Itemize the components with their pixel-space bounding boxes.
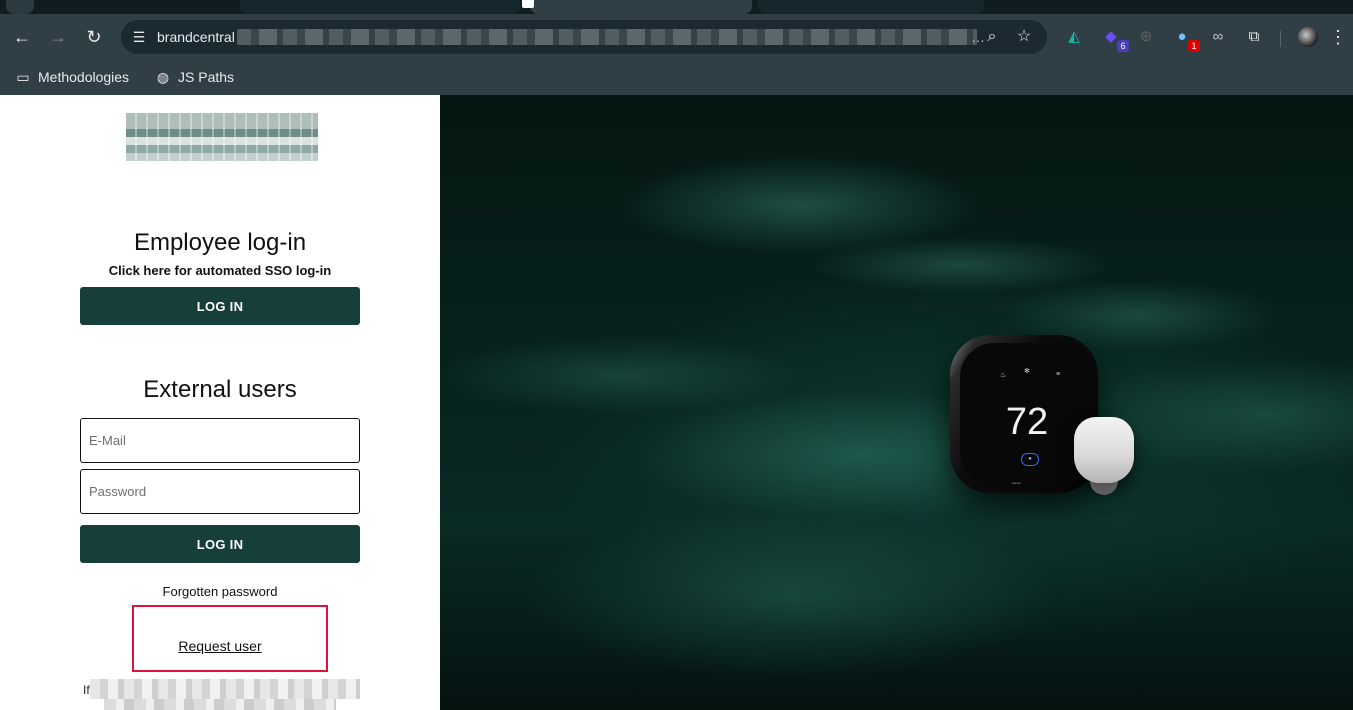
bookmark-label: JS Paths	[178, 69, 235, 85]
site-settings-icon[interactable]: ☰	[129, 27, 149, 47]
footer-text: If	[83, 683, 90, 697]
link-extension-icon[interactable]: ∞	[1206, 25, 1230, 49]
footer-redacted	[104, 699, 336, 710]
sso-instruction: Click here for automated SSO log-in	[108, 263, 332, 278]
extension-badge: 1	[1188, 40, 1200, 52]
login-panel: Employee log-in Click here for automated…	[0, 95, 440, 710]
bulb-extension-icon[interactable]: ● 1	[1170, 25, 1200, 52]
globe-icon: ◍	[156, 68, 170, 85]
back-arrow-icon[interactable]: ←	[8, 23, 36, 51]
forward-arrow-icon[interactable]: →	[44, 23, 72, 51]
toolbar-divider	[1280, 31, 1281, 47]
extension-badge: 6	[1117, 40, 1129, 52]
email-field[interactable]	[80, 418, 360, 463]
browser-chrome: ← → ↻ ☰ brandcentral … ⌕ ☆ ◭ ◆ 6 ⊕ ● 1 ∞ ⧉ ⋮ ▭ …	[0, 0, 1353, 95]
bookmark-label: Methodologies	[38, 69, 130, 85]
login-button[interactable]: LOG IN	[80, 525, 360, 563]
zoom-icon[interactable]: ⌕	[981, 26, 1003, 48]
profile-avatar[interactable]	[1298, 27, 1318, 47]
footer-redacted	[90, 679, 360, 699]
reload-icon[interactable]: ↻	[80, 23, 108, 51]
tab-favicon-icon	[522, 0, 534, 8]
snowflake-icon: ✻	[1024, 368, 1030, 375]
password-field[interactable]	[80, 469, 360, 514]
menu-kebab-icon[interactable]: ⋮	[1328, 23, 1348, 51]
comfort-indicator: ●	[1021, 453, 1039, 466]
menu-icon: ≡	[1056, 371, 1061, 378]
mode-icon: ♨	[1000, 372, 1007, 379]
device-brand-mark: ▪▪▪▪	[1012, 481, 1021, 487]
flame-extension-icon[interactable]: ◭	[1062, 25, 1086, 49]
employee-login-title: Employee log-in	[133, 229, 307, 256]
bookmark-methodologies[interactable]: ▭ Methodologies	[14, 66, 129, 88]
tab-strip	[0, 0, 1353, 14]
request-user-link[interactable]: Request user	[0, 638, 440, 654]
url-redacted	[237, 29, 977, 45]
bookmarks-bar: ▭ Methodologies ◍ JS Paths	[0, 60, 1353, 95]
shape-extension-icon[interactable]: ◆ 6	[1099, 25, 1129, 52]
page-content: Employee log-in Click here for automated…	[0, 95, 1353, 710]
forgotten-password-link[interactable]: Forgotten password	[0, 584, 440, 599]
company-logo	[126, 113, 318, 161]
tab[interactable]	[758, 0, 984, 14]
tab[interactable]	[6, 0, 34, 14]
crosshair-extension-icon[interactable]: ⊕	[1134, 25, 1158, 49]
tab[interactable]	[240, 0, 520, 14]
sso-login-button[interactable]: LOG IN	[80, 287, 360, 325]
hero-image: ♨ ✻ ≡ 72 ● ▪▪▪▪	[440, 95, 1353, 710]
tab-active[interactable]	[522, 0, 752, 14]
toolbar: ← → ↻ ☰ brandcentral … ⌕ ☆ ◭ ◆ 6 ⊕ ● 1 ∞ ⧉ ⋮	[0, 14, 1353, 60]
bookmark-star-icon[interactable]: ☆	[1013, 26, 1035, 48]
puzzle-extension-icon[interactable]: ⧉	[1242, 25, 1266, 49]
url-text: brandcentral	[157, 29, 235, 45]
address-bar[interactable]: ☰ brandcentral … ⌕ ☆	[121, 20, 1047, 54]
thermostat-device: ♨ ✻ ≡ 72 ● ▪▪▪▪	[950, 335, 1098, 493]
folder-icon: ▭	[16, 68, 30, 85]
bookmark-js-paths[interactable]: ◍ JS Paths	[154, 66, 234, 88]
external-users-title: External users	[143, 376, 297, 403]
room-sensor	[1074, 417, 1134, 483]
